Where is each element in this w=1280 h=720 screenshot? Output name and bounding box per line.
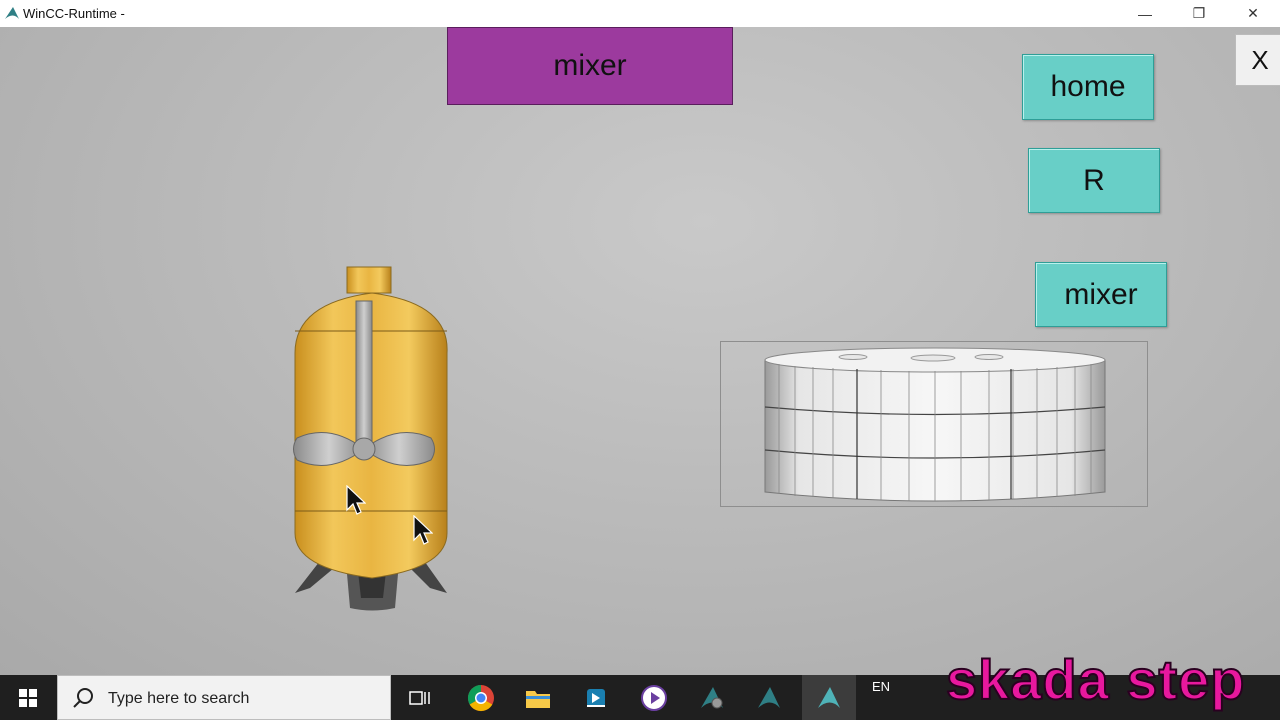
taskbar-wincc-config[interactable] — [688, 675, 736, 720]
taskbar-media-player[interactable] — [630, 675, 678, 720]
taskbar-app[interactable] — [572, 675, 620, 720]
storage-tank-frame[interactable] — [720, 341, 1148, 507]
taskbar-file-explorer[interactable] — [514, 675, 562, 720]
wincc-app-icon — [5, 7, 19, 19]
restore-icon: ❐ — [1192, 5, 1206, 21]
screen-title-mixer: mixer — [447, 27, 733, 105]
minimize-button[interactable]: — — [1122, 0, 1168, 27]
window-title: WinCC-Runtime - — [23, 6, 125, 21]
media-player-icon — [641, 684, 667, 711]
mixer-vessel-graphic[interactable] — [285, 263, 460, 613]
runtime-canvas: mixer home R mixer X — [0, 27, 1280, 675]
watermark-text: skada step — [945, 648, 1246, 711]
storage-tank-graphic — [764, 347, 1106, 502]
task-view-button[interactable] — [396, 675, 444, 720]
r-button[interactable]: R — [1028, 148, 1160, 213]
taskbar-search-box[interactable]: Type here to search — [57, 675, 391, 720]
mouse-cursor-icon — [413, 515, 433, 545]
home-button[interactable]: home — [1022, 54, 1154, 120]
exit-button[interactable]: X — [1235, 34, 1280, 86]
close-icon: ✕ — [1247, 5, 1259, 21]
maximize-button[interactable]: ❐ — [1176, 0, 1222, 27]
task-view-icon — [409, 690, 430, 705]
mouse-cursor-icon — [346, 485, 366, 515]
taskbar-wincc-runtime[interactable] — [802, 675, 856, 720]
chrome-icon — [467, 684, 494, 711]
wincc-runtime-icon — [818, 686, 840, 708]
close-window-button[interactable]: ✕ — [1230, 0, 1276, 27]
search-placeholder: Type here to search — [108, 690, 250, 707]
windows-start-icon — [19, 688, 37, 707]
title-bar: WinCC-Runtime - — ❐ ✕ — [0, 0, 1280, 27]
minimize-icon: — — [1138, 5, 1152, 22]
app-icon — [587, 688, 605, 707]
taskbar-chrome[interactable] — [457, 675, 505, 720]
language-indicator[interactable]: EN — [872, 679, 890, 694]
start-button[interactable] — [0, 675, 56, 720]
wincc-config-icon — [701, 686, 723, 708]
file-explorer-icon — [526, 690, 550, 708]
search-icon — [73, 688, 93, 708]
taskbar-wincc[interactable] — [745, 675, 793, 720]
wincc-icon — [758, 686, 780, 708]
mixer-button[interactable]: mixer — [1035, 262, 1167, 327]
